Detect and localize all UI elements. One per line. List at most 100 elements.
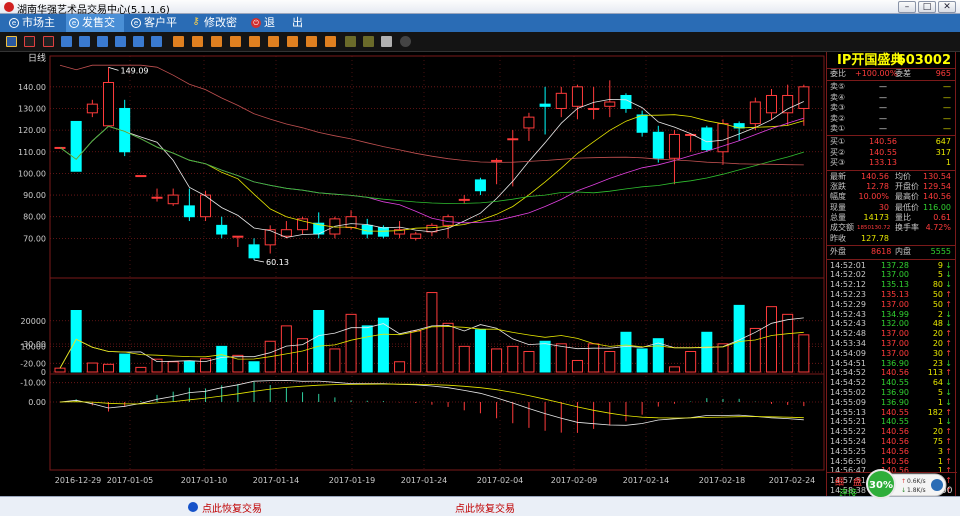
menu-change-password[interactable]: ⚷ 修改密码 — [188, 14, 246, 47]
date-tick-label: 2017-01-14 — [253, 476, 300, 485]
trade-time: 14:53:34 — [830, 339, 866, 349]
trade-ticker-list[interactable]: 14:52:01 137.28 9 ↓ 14:52:02 137.00 5 ↓ 14:52:12… — [827, 261, 955, 496]
line-icon[interactable] — [43, 36, 54, 47]
menu-exit-2[interactable]: 出 — [276, 14, 303, 32]
candle-body — [523, 116, 535, 129]
bid-label: 买① — [830, 137, 846, 147]
ask-label: 卖③ — [830, 103, 846, 113]
trade-price: 132.00 — [881, 319, 909, 329]
trade-time: 14:55:25 — [830, 446, 866, 456]
x-icon[interactable] — [151, 36, 162, 47]
volume-bar — [361, 325, 373, 373]
ask-label: 卖④ — [830, 92, 846, 102]
ask-price: — — [879, 92, 887, 102]
kline-chart-svg: 140.00 130.00 120.00 110.00 100.00 90.00 80.00… — [18, 52, 825, 485]
grid-icon[interactable] — [79, 36, 90, 47]
menu-exit[interactable]: ⏻ 退 — [248, 14, 278, 32]
period-icon[interactable] — [249, 36, 260, 47]
window-icon[interactable] — [61, 36, 72, 47]
close-button[interactable]: ✕ — [938, 1, 956, 13]
candle-body — [749, 101, 761, 125]
settings-icon[interactable] — [400, 36, 411, 47]
period-icon[interactable] — [287, 36, 298, 47]
m2-icon[interactable] — [115, 36, 126, 47]
volume-bar — [571, 359, 583, 373]
ma60-line — [59, 64, 804, 166]
period-icon[interactable] — [306, 36, 317, 47]
title-bar: 湖南华强艺术品交易中心(5.1.1.6) – □ ✕ — [0, 0, 960, 16]
date-tick-label: 2017-01-19 — [329, 476, 376, 485]
stat-value: 129.54 — [923, 181, 951, 191]
stat-label: 最低价 — [895, 202, 919, 212]
kline-icon[interactable] — [6, 36, 17, 47]
stock-header: IP开国盛典 603002 — [827, 52, 955, 69]
up-arrow-icon: ↑ — [945, 299, 952, 309]
trade-volume: 3 — [937, 446, 943, 456]
menu-market-home[interactable]: e 市场主页 — [6, 14, 64, 47]
period-icon[interactable] — [230, 36, 241, 47]
trade-price: 137.28 — [881, 260, 909, 270]
stat-value: 0.61 — [933, 213, 951, 223]
ask-row: 卖④ — — — [827, 93, 955, 103]
trade-time: 14:55:13 — [830, 407, 866, 417]
network-gauge: 30% ↑ 0.6K/s ↓ 1.8K/s — [866, 469, 947, 499]
period-icon[interactable] — [173, 36, 184, 47]
period-icon[interactable] — [192, 36, 203, 47]
stat-value: 116.00 — [923, 202, 951, 212]
bid-list: 买① 140.56 647 买② 140.55 317 买③ 133.13 1 — [827, 137, 955, 168]
trade-row: 14:55:25 140.56 3 ↑ — [827, 447, 955, 457]
up-arrow-icon: ↑ — [945, 427, 952, 437]
trade-volume: 1 — [937, 456, 943, 466]
candle-body — [410, 233, 422, 239]
candle-body — [652, 131, 664, 159]
exit-icon: ⏻ — [251, 18, 261, 28]
volume-bar — [54, 367, 66, 373]
stat-label: 现量 — [830, 202, 846, 212]
period-icon[interactable] — [325, 36, 336, 47]
value: 965 — [935, 69, 951, 78]
trade-time: 14:56:50 — [830, 456, 866, 466]
trade-row: 14:55:21 140.55 1 ↓ — [827, 417, 955, 427]
status-bar: 点此恢复交易 点此恢复交易 — [0, 496, 960, 516]
restore-trade-link-2[interactable]: 点此恢复交易 — [455, 500, 515, 515]
period-icon[interactable] — [211, 36, 222, 47]
zoom-icon[interactable] — [345, 36, 356, 47]
candle-body — [345, 216, 357, 229]
trade-volume: 50 — [932, 299, 943, 309]
k-icon[interactable] — [133, 36, 144, 47]
m-icon[interactable] — [97, 36, 108, 47]
trade-price: 137.00 — [881, 299, 909, 309]
trend-icon[interactable] — [24, 36, 35, 47]
trade-time: 14:54:52 — [830, 378, 866, 388]
kline-chart[interactable]: 140.00 130.00 120.00 110.00 100.00 90.00 80.00… — [0, 52, 826, 496]
draw-icon[interactable] — [381, 36, 392, 47]
down-arrow-icon: ↓ — [945, 397, 952, 407]
up-arrow-icon: ↑ — [945, 368, 952, 378]
expand-icon[interactable] — [931, 479, 943, 491]
candle-body — [491, 159, 503, 162]
minimize-button[interactable]: – — [898, 1, 916, 13]
candle-body — [782, 94, 794, 114]
trade-price: 140.55 — [881, 378, 909, 388]
period-icon[interactable] — [268, 36, 279, 47]
stat-value: 4.72% — [925, 223, 951, 233]
low-marker — [253, 259, 265, 263]
date-tick-label: 2017-02-14 — [623, 476, 670, 485]
zoom-out-icon[interactable] — [363, 36, 374, 47]
stat-label: 最高价 — [895, 192, 919, 202]
volume-bar — [167, 361, 179, 373]
menu-client-platform[interactable]: e 客户平台 — [128, 14, 186, 47]
stat-value: 127.78 — [861, 233, 889, 243]
date-tick-label: 2017-01-10 — [181, 476, 228, 485]
trade-price: 134.99 — [881, 309, 909, 319]
ask-row: 卖③ — — — [827, 103, 955, 113]
stat-label: 开盘价 — [895, 181, 919, 191]
ask-volume: — — [943, 92, 951, 102]
volume-bar — [507, 345, 519, 373]
maximize-button[interactable]: □ — [918, 1, 936, 13]
high-marker — [108, 66, 119, 71]
trade-time: 14:55:02 — [830, 388, 866, 397]
menu-sale-trading[interactable]: e 发售交易 — [66, 14, 124, 47]
down-arrow-icon: ↓ — [945, 388, 952, 397]
restore-trade-link[interactable]: 点此恢复交易 — [202, 500, 262, 515]
